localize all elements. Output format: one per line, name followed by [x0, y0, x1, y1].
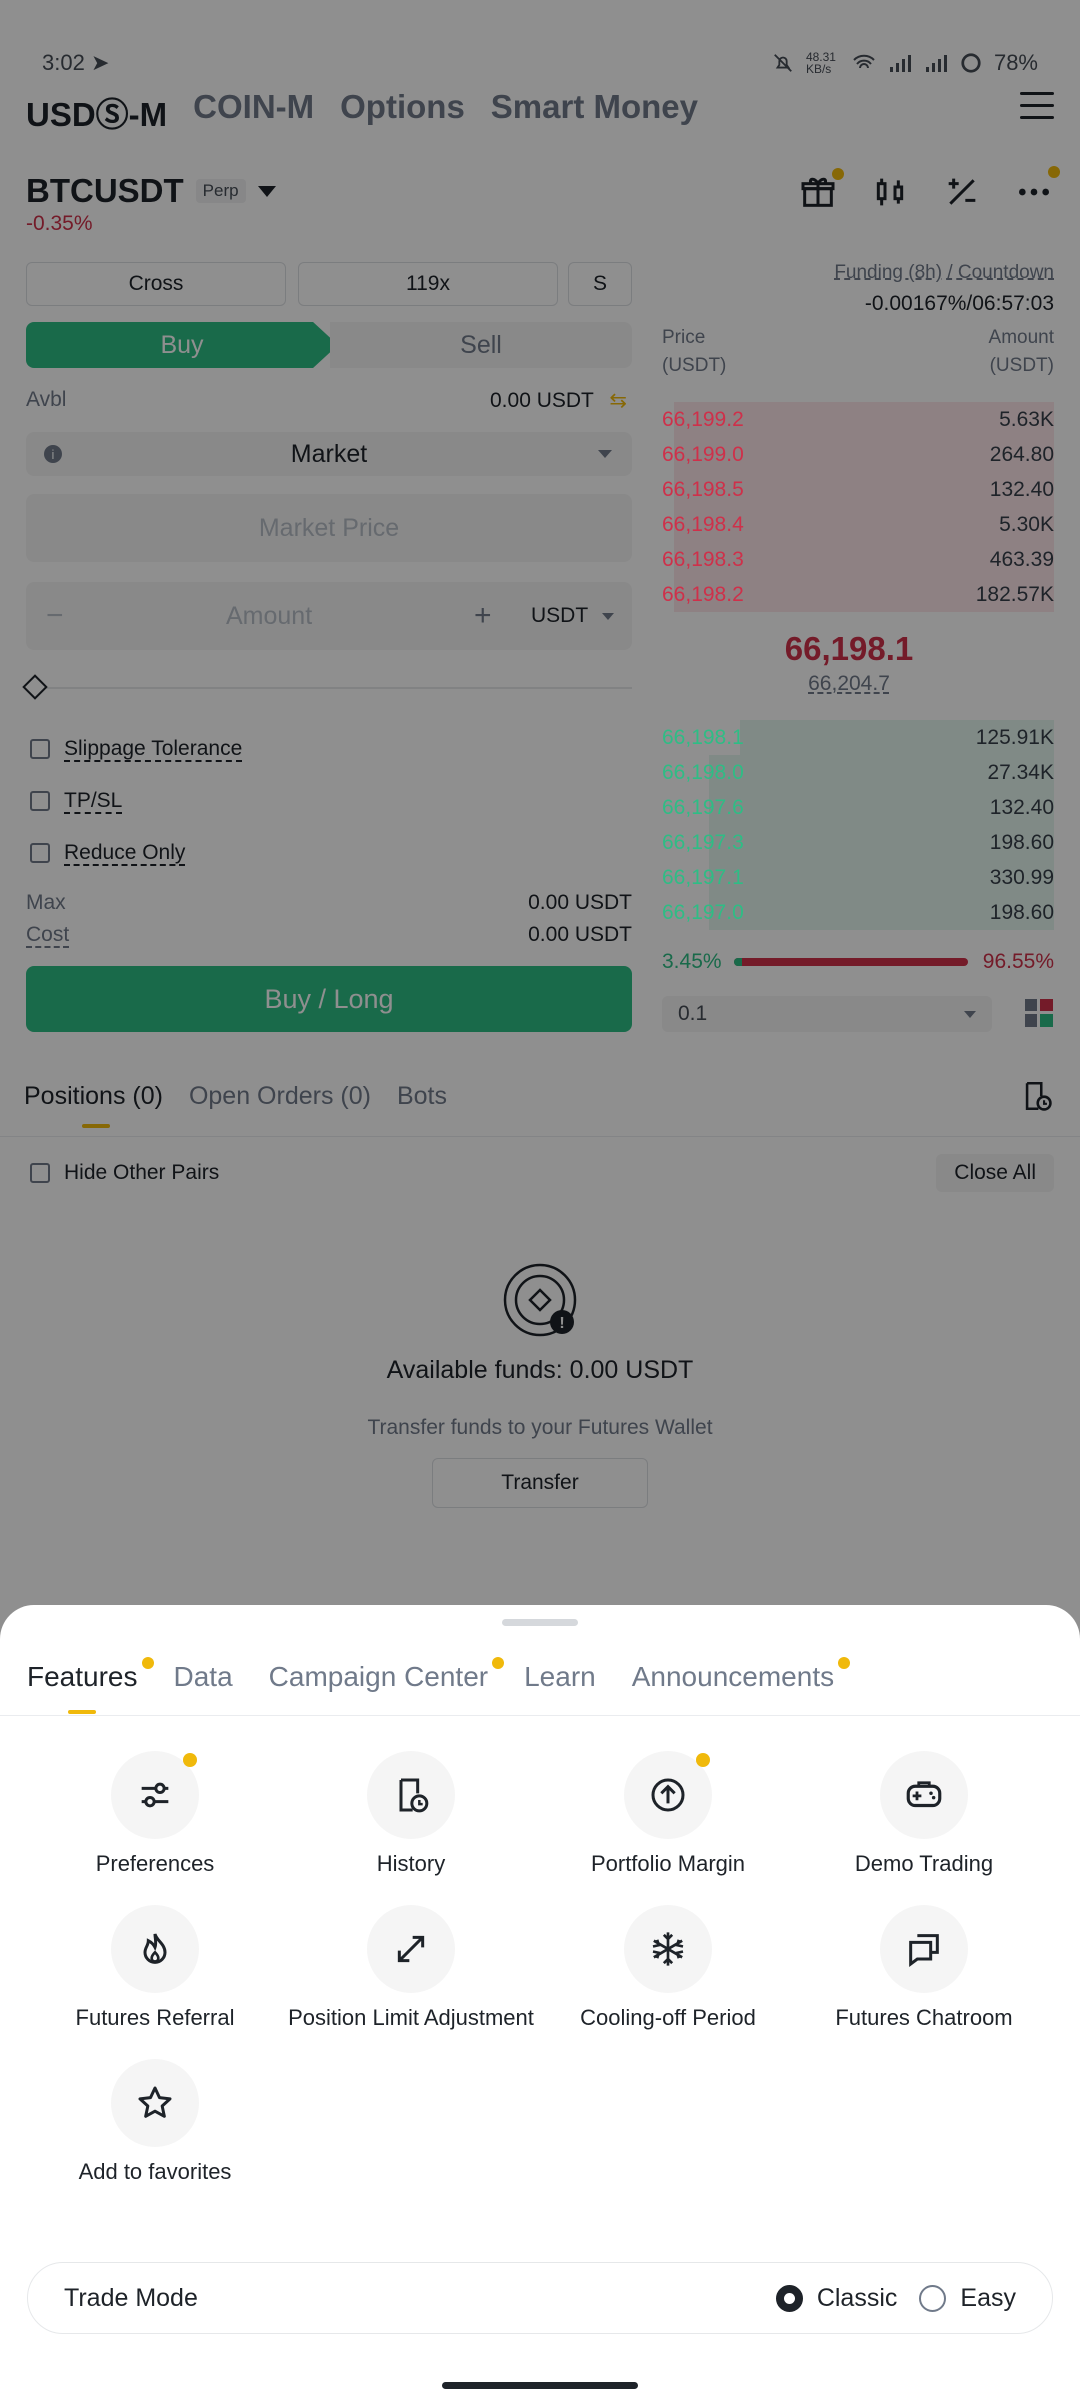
tab-data[interactable]: Data [174, 1661, 233, 1693]
order-amount: 264.80 [989, 442, 1054, 466]
feature-history[interactable]: History [283, 1751, 539, 1877]
feature-add-to-favorites[interactable]: Add to favorites [27, 2059, 283, 2185]
feature-portfolio-margin[interactable]: Portfolio Margin [540, 1751, 796, 1877]
feature-preferences[interactable]: Preferences [27, 1751, 283, 1877]
order-price: 66,198.2 [662, 582, 744, 606]
tab-campaign-center[interactable]: Campaign Center [269, 1657, 505, 1693]
tab-announcements[interactable]: Announcements [632, 1657, 851, 1693]
gamepad-icon [880, 1751, 968, 1839]
feature-label: Cooling-off Period [580, 2005, 756, 2030]
classic-label: Classic [816, 2283, 898, 2312]
feature-label: History [376, 1851, 446, 1876]
feature-futures-chatroom[interactable]: Futures Chatroom [796, 1905, 1052, 2031]
tab-features[interactable]: Features [27, 1657, 154, 1693]
order-amount: 5.63K [999, 407, 1054, 431]
order-amount: 5.30K [999, 512, 1054, 536]
order-price: 66,198.0 [662, 760, 744, 784]
order-price: 66,197.6 [662, 795, 744, 819]
order-price: 66,199.2 [662, 407, 744, 431]
feature-label: Demo Trading [854, 1851, 994, 1876]
feature-label: Portfolio Margin [590, 1851, 746, 1876]
order-amount: 463.39 [989, 547, 1054, 571]
order-amount: 132.40 [989, 477, 1054, 501]
expand-icon [367, 1905, 455, 1993]
trade-mode-easy[interactable]: Easy [919, 2284, 1016, 2313]
trade-mode-title: Trade Mode [64, 2283, 198, 2312]
sliders-icon [111, 1751, 199, 1839]
divider [0, 1715, 1080, 1716]
feature-label: Futures Chatroom [835, 2005, 1013, 2030]
sheet-drag-handle[interactable] [502, 1619, 578, 1626]
order-price: 66,198.5 [662, 477, 744, 501]
order-amount: 27.34K [987, 760, 1054, 784]
history-icon [367, 1751, 455, 1839]
feature-position-limit-adjustment[interactable]: Position Limit Adjustment [283, 1905, 539, 2031]
trade-mode-classic[interactable]: Classic [775, 2283, 898, 2313]
feature-label: Futures Referral [75, 2005, 235, 2030]
more-features-sheet: Features Data Campaign Center Learn Anno… [0, 1605, 1080, 2408]
order-amount: 125.91K [975, 725, 1054, 749]
order-price: 66,198.4 [662, 512, 744, 536]
order-amount: 330.99 [989, 865, 1054, 889]
order-price: 66,198.3 [662, 547, 744, 571]
easy-label: Easy [960, 2283, 1016, 2312]
tab-learn[interactable]: Learn [524, 1661, 596, 1693]
arrow-up-circle-icon [624, 1751, 712, 1839]
feature-label: Position Limit Adjustment [288, 2005, 534, 2030]
tab-indicator [68, 1710, 96, 1714]
feature-label: Add to favorites [78, 2159, 232, 2184]
order-amount: 182.57K [975, 582, 1054, 606]
sheet-tabs: Features Data Campaign Center Learn Anno… [27, 1657, 851, 1693]
chat-icon [880, 1905, 968, 1993]
radio-unselected[interactable] [919, 2284, 947, 2312]
feature-futures-referral[interactable]: Futures Referral [27, 1905, 283, 2031]
star-icon [111, 2059, 199, 2147]
order-price: 66,198.1 [662, 725, 744, 749]
order-amount: 198.60 [989, 830, 1054, 854]
order-amount: 198.60 [989, 900, 1054, 924]
feature-label: Preferences [95, 1851, 215, 1876]
order-price: 66,197.1 [662, 865, 744, 889]
radio-selected[interactable] [775, 2284, 803, 2312]
feature-cooling-off-period[interactable]: Cooling-off Period [540, 1905, 796, 2031]
feature-demo-trading[interactable]: Demo Trading [796, 1751, 1052, 1877]
flame-icon [111, 1905, 199, 1993]
order-price: 66,199.0 [662, 442, 744, 466]
trade-mode-options: Classic Easy [775, 2283, 1016, 2313]
order-amount: 132.40 [989, 795, 1054, 819]
home-indicator[interactable] [442, 2382, 638, 2389]
order-price: 66,197.0 [662, 900, 744, 924]
snowflake-icon [624, 1905, 712, 1993]
order-price: 66,197.3 [662, 830, 744, 854]
trade-mode-selector: Trade Mode Classic Easy [27, 2262, 1053, 2334]
